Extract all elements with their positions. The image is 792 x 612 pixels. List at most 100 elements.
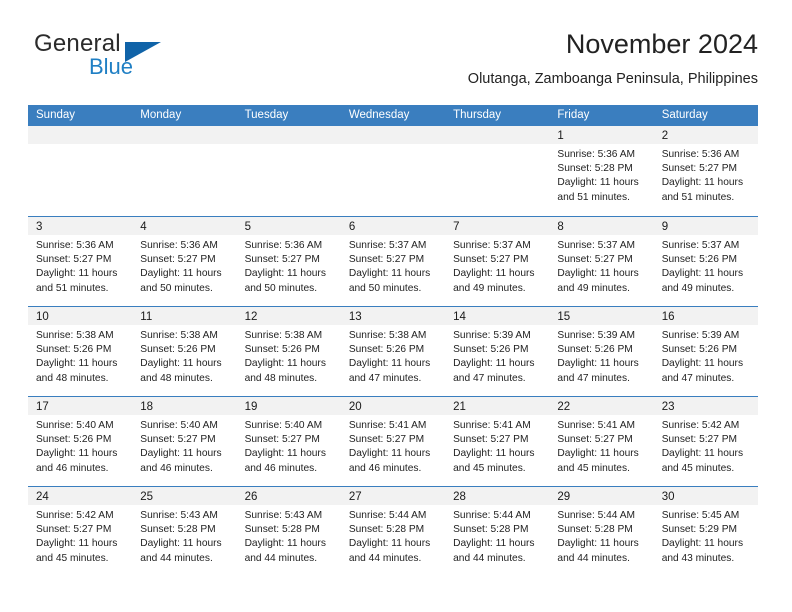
calendar-day-cell[interactable]: 20 Sunrise: 5:41 AM Sunset: 5:27 PM Dayligh… [340,397,446,486]
calendar-day-cell[interactable]: 10 Sunrise: 5:38 AM Sunset: 5:26 PM Dayligh… [28,307,133,396]
calendar-day-empty [132,126,237,216]
sunrise-text: Sunrise: 5:41 AM [557,420,635,431]
daylight-text: and 50 minutes. [348,282,422,294]
daylight-text: and 47 minutes. [348,372,422,384]
day-details: Sunrise: 5:42 AM Sunset: 5:27 PM Daylight:… [654,415,758,476]
day-details: Sunrise: 5:36 AM Sunset: 5:27 PM Daylight:… [132,235,236,296]
daylight-text: and 46 minutes. [348,462,422,474]
calendar-day-cell[interactable]: 19 Sunrise: 5:40 AM Sunset: 5:27 PM Dayligh… [236,397,341,486]
sunrise-text: Sunrise: 5:42 AM [36,510,114,521]
calendar-day-cell[interactable]: 26 Sunrise: 5:43 AM Sunset: 5:28 PM Dayligh… [236,487,341,576]
day-number: 2 [661,130,669,142]
daylight-text: Daylight: 11 hours [244,268,326,280]
calendar-day-cell[interactable]: 28 Sunrise: 5:44 AM Sunset: 5:28 PM Dayligh… [445,487,550,576]
day-details: Sunrise: 5:45 AM Sunset: 5:29 PM Daylight:… [654,505,758,566]
weekday-header-friday: Friday [557,109,590,121]
calendar-day-cell[interactable]: 30 Sunrise: 5:45 AM Sunset: 5:29 PM Dayligh… [653,487,758,576]
sunset-text: Sunset: 5:26 PM [348,344,425,356]
calendar-grid: Sunday Monday Tuesday Wednesday Thursday Frid… [28,105,758,576]
sunset-text: Sunset: 5:28 PM [244,524,320,536]
sunrise-text: Sunrise: 5:43 AM [140,510,218,521]
calendar-day-cell[interactable]: 29 Sunrise: 5:44 AM Sunset: 5:28 PM Dayligh… [549,487,654,576]
sunrise-text: Sunrise: 5:39 AM [557,330,635,341]
calendar-day-cell[interactable]: 16 Sunrise: 5:39 AM Sunset: 5:26 PM Dayligh… [653,307,758,396]
calendar-day-cell[interactable]: 17 Sunrise: 5:40 AM Sunset: 5:26 PM Dayligh… [28,397,133,486]
day-number-band: 21 [445,397,550,415]
sunset-text: Sunset: 5:27 PM [140,254,216,266]
calendar-day-cell[interactable]: 25 Sunrise: 5:43 AM Sunset: 5:28 PM Dayligh… [132,487,237,576]
day-number-band: 16 [653,307,758,325]
day-details: Sunrise: 5:37 AM Sunset: 5:27 PM Daylight:… [445,235,549,296]
day-number-band: 12 [236,307,341,325]
sunset-text: Sunset: 5:28 PM [348,524,425,536]
sunrise-text: Sunrise: 5:41 AM [453,420,531,431]
weekday-header-tuesday: Tuesday [244,109,289,121]
sunset-text: Sunset: 5:27 PM [244,254,320,266]
day-details: Sunrise: 5:40 AM Sunset: 5:27 PM Daylight:… [237,415,341,476]
calendar-day-cell[interactable]: 15 Sunrise: 5:39 AM Sunset: 5:26 PM Dayligh… [549,307,654,396]
calendar-day-cell[interactable]: 9 Sunrise: 5:37 AM Sunset: 5:26 PM Daylight… [653,217,758,306]
day-number: 16 [661,311,675,323]
day-details: Sunrise: 5:36 AM Sunset: 5:27 PM Daylight:… [28,235,132,296]
sunrise-text: Sunrise: 5:36 AM [557,149,635,160]
daylight-text: and 46 minutes. [140,462,213,474]
daylight-text: Daylight: 11 hours [140,538,222,550]
calendar-weeks: 1 Sunrise: 5:36 AM Sunset: 5:28 PM Daylight… [28,126,758,576]
sunset-text: Sunset: 5:26 PM [661,254,738,266]
calendar-day-cell[interactable]: 12 Sunrise: 5:38 AM Sunset: 5:26 PM Dayligh… [236,307,341,396]
daylight-text: and 44 minutes. [557,552,630,564]
sunrise-text: Sunrise: 5:38 AM [36,330,114,341]
day-details: Sunrise: 5:38 AM Sunset: 5:26 PM Daylight:… [28,325,132,386]
sunset-text: Sunset: 5:26 PM [453,344,529,356]
calendar-day-cell[interactable]: 1 Sunrise: 5:36 AM Sunset: 5:28 PM Daylight… [549,126,654,216]
calendar-day-cell[interactable]: 23 Sunrise: 5:42 AM Sunset: 5:27 PM Dayligh… [653,397,758,486]
day-number-band: 24 [28,487,133,505]
daylight-text: and 47 minutes. [453,372,526,384]
calendar-day-cell[interactable]: 8 Sunrise: 5:37 AM Sunset: 5:27 PM Daylight… [549,217,654,306]
daylight-text: Daylight: 11 hours [661,177,744,189]
day-number-band: 29 [549,487,654,505]
sunset-text: Sunset: 5:27 PM [348,254,425,266]
day-number: 3 [36,221,43,233]
sunrise-text: Sunrise: 5:40 AM [36,420,114,431]
day-number: 1 [557,130,564,142]
calendar-day-cell[interactable]: 24 Sunrise: 5:42 AM Sunset: 5:27 PM Dayligh… [28,487,133,576]
day-number-band: 20 [340,397,446,415]
calendar-day-cell[interactable]: 27 Sunrise: 5:44 AM Sunset: 5:28 PM Dayligh… [340,487,446,576]
day-number: 25 [140,491,154,503]
day-number-band: 3 [28,217,133,235]
calendar-day-cell[interactable]: 11 Sunrise: 5:38 AM Sunset: 5:26 PM Dayligh… [132,307,237,396]
weekday-header-sunday: Sunday [36,109,76,121]
daylight-text: and 44 minutes. [244,552,318,564]
sunset-text: Sunset: 5:29 PM [661,524,738,536]
calendar-day-cell[interactable]: 3 Sunrise: 5:36 AM Sunset: 5:27 PM Daylight… [28,217,133,306]
daylight-text: and 44 minutes. [453,552,526,564]
daylight-text: Daylight: 11 hours [348,268,431,280]
day-details: Sunrise: 5:44 AM Sunset: 5:28 PM Daylight:… [549,505,653,566]
calendar-day-cell[interactable]: 18 Sunrise: 5:40 AM Sunset: 5:27 PM Dayligh… [132,397,237,486]
calendar-day-cell[interactable]: 5 Sunrise: 5:36 AM Sunset: 5:27 PM Daylight… [236,217,341,306]
calendar-day-cell[interactable]: 22 Sunrise: 5:41 AM Sunset: 5:27 PM Dayligh… [549,397,654,486]
calendar-day-cell[interactable]: 7 Sunrise: 5:37 AM Sunset: 5:27 PM Daylight… [445,217,550,306]
daylight-text: and 46 minutes. [244,462,318,474]
day-details: Sunrise: 5:37 AM Sunset: 5:27 PM Daylight:… [341,235,445,296]
day-number-band: 1 [549,126,654,144]
sunset-text: Sunset: 5:27 PM [661,163,738,175]
weekday-header-monday: Monday [140,109,182,121]
daylight-text: and 45 minutes. [453,462,526,474]
calendar-day-cell[interactable]: 13 Sunrise: 5:38 AM Sunset: 5:26 PM Dayligh… [340,307,446,396]
sunrise-text: Sunrise: 5:44 AM [453,510,531,521]
day-details: Sunrise: 5:44 AM Sunset: 5:28 PM Daylight:… [341,505,445,566]
calendar-day-cell[interactable]: 6 Sunrise: 5:37 AM Sunset: 5:27 PM Daylight… [340,217,446,306]
sunrise-text: Sunrise: 5:38 AM [348,330,427,341]
daylight-text: Daylight: 11 hours [661,538,744,550]
calendar-day-cell[interactable]: 14 Sunrise: 5:39 AM Sunset: 5:26 PM Dayligh… [445,307,550,396]
day-details: Sunrise: 5:37 AM Sunset: 5:26 PM Daylight:… [654,235,758,296]
calendar-day-cell[interactable]: 4 Sunrise: 5:36 AM Sunset: 5:27 PM Daylight… [132,217,237,306]
day-number-band: 28 [445,487,550,505]
day-details: Sunrise: 5:39 AM Sunset: 5:26 PM Daylight:… [549,325,653,386]
calendar-day-cell[interactable]: 21 Sunrise: 5:41 AM Sunset: 5:27 PM Dayligh… [445,397,550,486]
brand-logo[interactable]: General Blue [34,30,244,88]
day-details: Sunrise: 5:41 AM Sunset: 5:27 PM Daylight:… [549,415,653,476]
calendar-day-cell[interactable]: 2 Sunrise: 5:36 AM Sunset: 5:27 PM Daylight… [653,126,758,216]
